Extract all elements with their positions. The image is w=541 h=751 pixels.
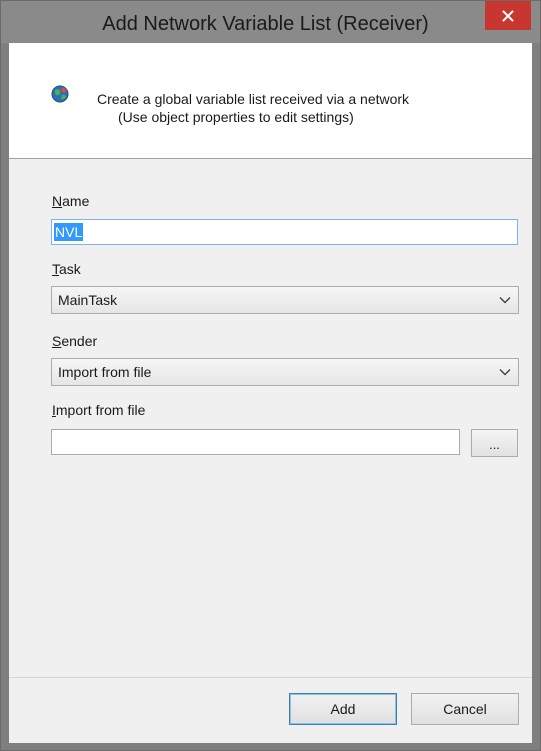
title-bar[interactable]: Add Network Variable List (Receiver) — [1, 1, 540, 43]
chevron-down-icon — [499, 369, 511, 376]
cancel-button[interactable]: Cancel — [411, 693, 519, 725]
header-hint: (Use object properties to edit settings) — [118, 109, 354, 125]
name-label: Name — [52, 193, 90, 209]
import-file-input[interactable] — [51, 429, 460, 455]
add-button[interactable]: Add — [289, 693, 397, 725]
sender-label: Sender — [52, 333, 98, 349]
close-icon — [502, 10, 514, 21]
dialog-header: Create a global variable list received v… — [9, 43, 532, 159]
window-title: Add Network Variable List (Receiver) — [102, 13, 429, 35]
header-description: Create a global variable list received v… — [97, 91, 410, 107]
close-button[interactable] — [485, 1, 531, 30]
sender-select[interactable]: Import from file — [51, 358, 519, 386]
dialog-window: Add Network Variable List (Receiver) Cre… — [0, 0, 541, 751]
network-globe-icon — [51, 85, 69, 103]
name-input[interactable]: NVL — [51, 219, 518, 245]
browse-button[interactable]: ... — [471, 429, 518, 457]
import-file-label: Import from file — [52, 402, 146, 418]
task-select-value: MainTask — [58, 292, 118, 308]
chevron-down-icon — [499, 297, 511, 304]
name-input-value: NVL — [54, 223, 84, 241]
sender-select-value: Import from file — [58, 364, 152, 380]
footer-divider — [9, 677, 532, 678]
task-label: Task — [52, 261, 81, 277]
dialog-client-area: Create a global variable list received v… — [9, 43, 532, 743]
task-select[interactable]: MainTask — [51, 286, 519, 314]
